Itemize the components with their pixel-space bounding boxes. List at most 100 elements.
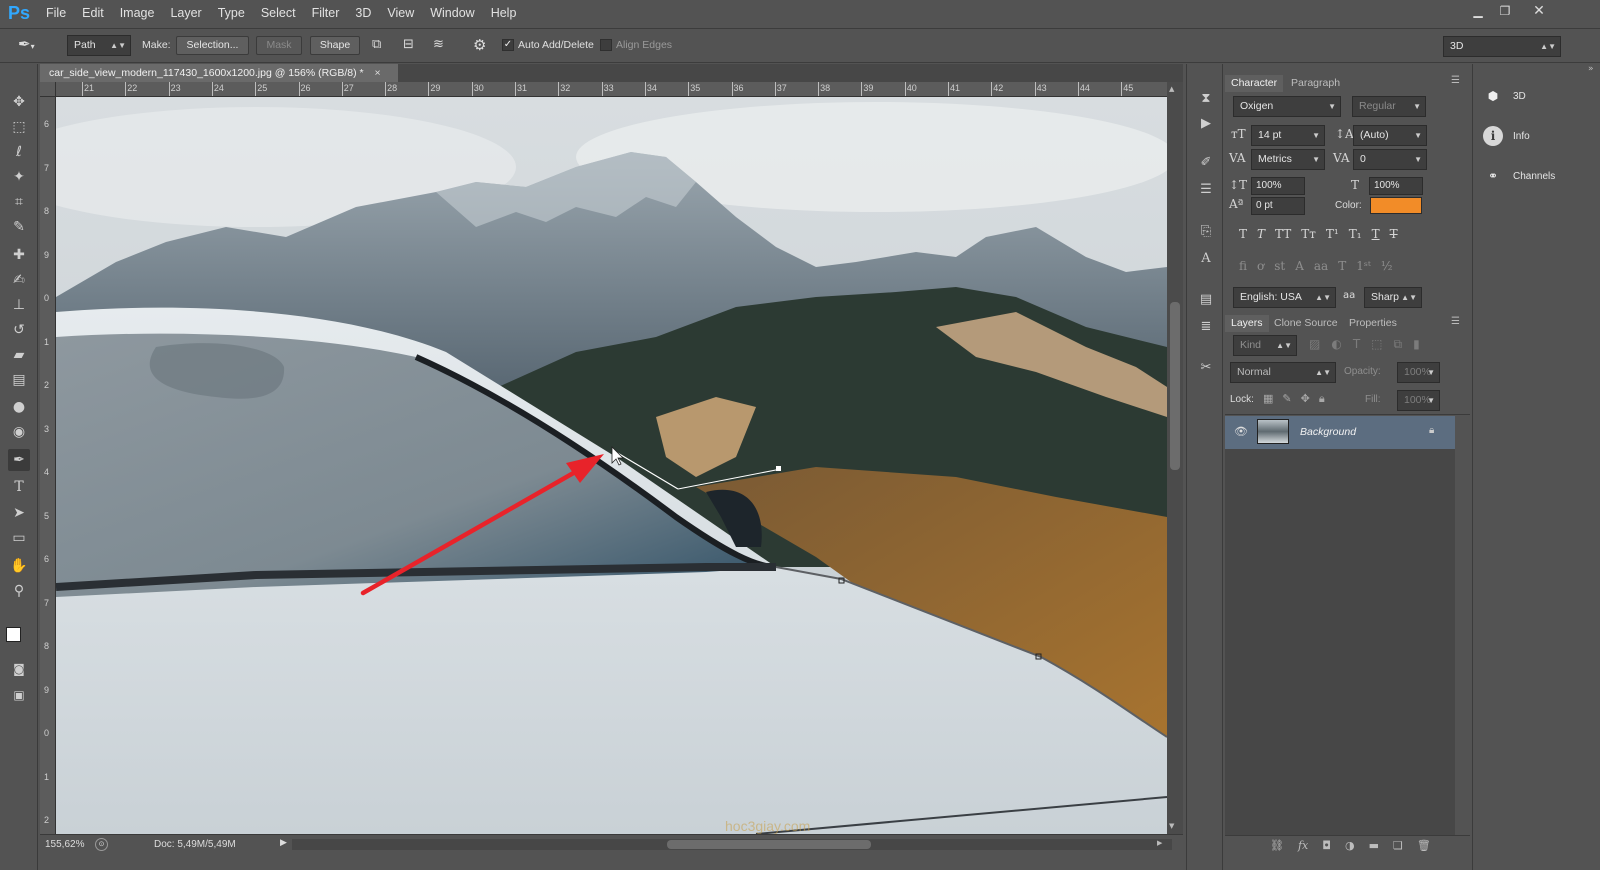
minimize-button[interactable]: ▁ (1466, 2, 1490, 20)
make-selection-button[interactable]: Selection... (176, 36, 249, 55)
path-selection-tool-icon[interactable]: ➤ (8, 502, 30, 524)
layers-panel-menu-icon[interactable]: ☰ (1451, 316, 1460, 327)
scroll-up-icon[interactable]: ▲ (1169, 85, 1174, 93)
vertical-scrollbar[interactable]: ▲ ▼ (1167, 82, 1183, 834)
fill-input[interactable]: 100% ▼ (1397, 390, 1440, 411)
panel-info-button[interactable]: i Info (1483, 121, 1593, 151)
titling-icon[interactable]: T (1338, 259, 1346, 273)
horizontal-scale-input[interactable]: 100% (1369, 177, 1423, 195)
faux-italic-icon[interactable]: T (1257, 227, 1265, 241)
menu-image[interactable]: Image (112, 0, 163, 27)
language-select[interactable]: English: USA ▲▼ (1233, 287, 1336, 308)
document-canvas[interactable] (56, 97, 1167, 834)
filter-smart-icon[interactable]: ⧉ (1394, 337, 1403, 352)
filter-toggle-icon[interactable]: ▮ (1413, 337, 1420, 352)
new-layer-icon[interactable]: ❏ (1393, 839, 1403, 852)
scroll-right-icon[interactable]: ▶ (1157, 839, 1162, 847)
eraser-tool-icon[interactable]: ▰ (8, 344, 30, 366)
leading-select[interactable]: (Auto) ▼ (1353, 125, 1427, 146)
layer-row-background[interactable]: 👁︎ Background 🔒︎ (1225, 416, 1455, 449)
menu-file[interactable]: File (38, 0, 74, 27)
marquee-tool-icon[interactable]: ⬚ (8, 116, 30, 138)
filter-type-icon[interactable]: T (1353, 337, 1360, 352)
hand-tool-icon[interactable]: ✋ (8, 555, 30, 577)
delete-layer-icon[interactable]: 🗑︎ (1417, 839, 1431, 852)
tab-character[interactable]: Character (1225, 75, 1284, 92)
adjust-icon[interactable]: ☰ (1195, 180, 1217, 200)
underline-icon[interactable]: T (1372, 227, 1380, 241)
horizontal-scrollbar[interactable]: ▶ (292, 839, 1172, 850)
collapse-arrows-icon[interactable]: » (1588, 64, 1594, 74)
font-size-select[interactable]: 14 pt ▼ (1251, 125, 1325, 146)
faux-bold-icon[interactable]: T (1239, 227, 1247, 241)
menu-view[interactable]: View (379, 0, 422, 27)
pen-tool-icon[interactable]: ✒ (8, 449, 30, 471)
tab-clone-source[interactable]: Clone Source (1268, 315, 1344, 332)
rectangle-tool-icon[interactable]: ▭ (8, 527, 30, 549)
fractions-icon[interactable]: ½ (1381, 259, 1393, 273)
ligatures-icon[interactable]: ﬁ (1239, 259, 1247, 273)
menu-edit[interactable]: Edit (74, 0, 112, 27)
restore-button[interactable]: ❐ (1493, 2, 1517, 20)
dodge-tool-icon[interactable]: ◉ (8, 421, 30, 443)
tab-layers[interactable]: Layers (1225, 315, 1269, 332)
vertical-scroll-thumb[interactable] (1170, 302, 1180, 470)
lock-image-icon[interactable]: ✎ (1282, 392, 1291, 406)
magic-wand-tool-icon[interactable]: ✦ (8, 166, 30, 188)
foreground-color-swatch[interactable] (6, 627, 21, 642)
history-icon[interactable]: ⧗ (1195, 89, 1217, 109)
scroll-down-icon[interactable]: ▼ (1169, 822, 1174, 830)
tool-mode-select[interactable]: Path ▲▼ (67, 35, 131, 56)
small-caps-icon[interactable]: Tт (1301, 227, 1316, 241)
lasso-tool-icon[interactable]: ℓ (8, 141, 30, 163)
blend-mode-select[interactable]: Normal ▲▼ (1230, 362, 1336, 383)
clone-stamp-tool-icon[interactable]: ⊥ (8, 294, 30, 316)
text-color-swatch[interactable] (1370, 197, 1422, 214)
strikethrough-icon[interactable]: T (1390, 227, 1398, 241)
brush-presets-icon[interactable]: ✐ (1195, 153, 1217, 173)
menu-3d[interactable]: 3D (347, 0, 379, 27)
layer-name[interactable]: Background (1300, 426, 1356, 438)
close-window-button[interactable]: ✕ (1527, 2, 1551, 20)
old-style-icon[interactable]: ơ (1257, 259, 1264, 273)
clone-source-icon[interactable]: ⎘ (1195, 222, 1217, 242)
workspace-select[interactable]: 3D ▲▼ (1443, 36, 1561, 57)
character-styles-icon[interactable]: A (1195, 249, 1217, 269)
lock-transparent-icon[interactable]: ▦ (1263, 392, 1273, 406)
stylistic-alternates-icon[interactable]: aa (1314, 259, 1328, 273)
discretionary-ligatures-icon[interactable]: st (1274, 259, 1285, 273)
share-icon[interactable]: ⊙ (95, 838, 108, 851)
move-tool-icon[interactable]: ✥ (8, 91, 30, 113)
opacity-input[interactable]: 100% ▼ (1397, 362, 1440, 383)
visibility-eye-icon[interactable]: 👁︎ (1234, 425, 1248, 438)
panel-channels-button[interactable]: ⚭ Channels (1483, 161, 1593, 191)
layers-scroll-track[interactable] (1455, 416, 1470, 835)
antialias-select[interactable]: Sharp ▲▼ (1364, 287, 1422, 308)
superscript-icon[interactable]: T¹ (1326, 227, 1339, 241)
zoom-tool-icon[interactable]: ⚲ (8, 580, 30, 602)
path-arrangement-icon[interactable]: ≋ (433, 37, 444, 52)
screen-mode-icon[interactable]: ▣ (8, 684, 30, 706)
history-brush-tool-icon[interactable]: ↺ (8, 319, 30, 341)
zoom-level[interactable]: 155,62% (45, 839, 84, 850)
filter-adjustment-icon[interactable]: ◐ (1331, 337, 1341, 352)
crop-tool-icon[interactable]: ⌗ (8, 191, 30, 213)
menu-filter[interactable]: Filter (304, 0, 348, 27)
all-caps-icon[interactable]: TT (1275, 227, 1291, 241)
link-layers-icon[interactable]: ⛓ (1270, 839, 1284, 852)
panel-menu-icon[interactable]: ☰ (1451, 75, 1460, 86)
align-edges-checkbox[interactable]: Align Edges (600, 39, 690, 51)
menu-layer[interactable]: Layer (162, 0, 209, 27)
menu-window[interactable]: Window (422, 0, 482, 27)
brush-tool-icon[interactable]: ✍ (8, 269, 30, 291)
baseline-shift-input[interactable]: 0 pt (1251, 197, 1305, 215)
adjustment-layer-icon[interactable]: ◑ (1345, 839, 1355, 852)
font-family-select[interactable]: Oxigen ▼ (1233, 96, 1341, 117)
path-operations-icon[interactable]: ⧉ (372, 37, 381, 52)
make-mask-button[interactable]: Mask (256, 36, 302, 55)
panel-3d-button[interactable]: ⬢ 3D (1483, 81, 1593, 111)
quick-mask-icon[interactable]: ◙ (8, 658, 30, 680)
add-mask-icon[interactable]: ◘ (1322, 839, 1331, 852)
pen-tool-preset-icon[interactable]: ✒▾ (18, 35, 56, 57)
filter-shape-icon[interactable]: ⬚ (1371, 337, 1382, 352)
